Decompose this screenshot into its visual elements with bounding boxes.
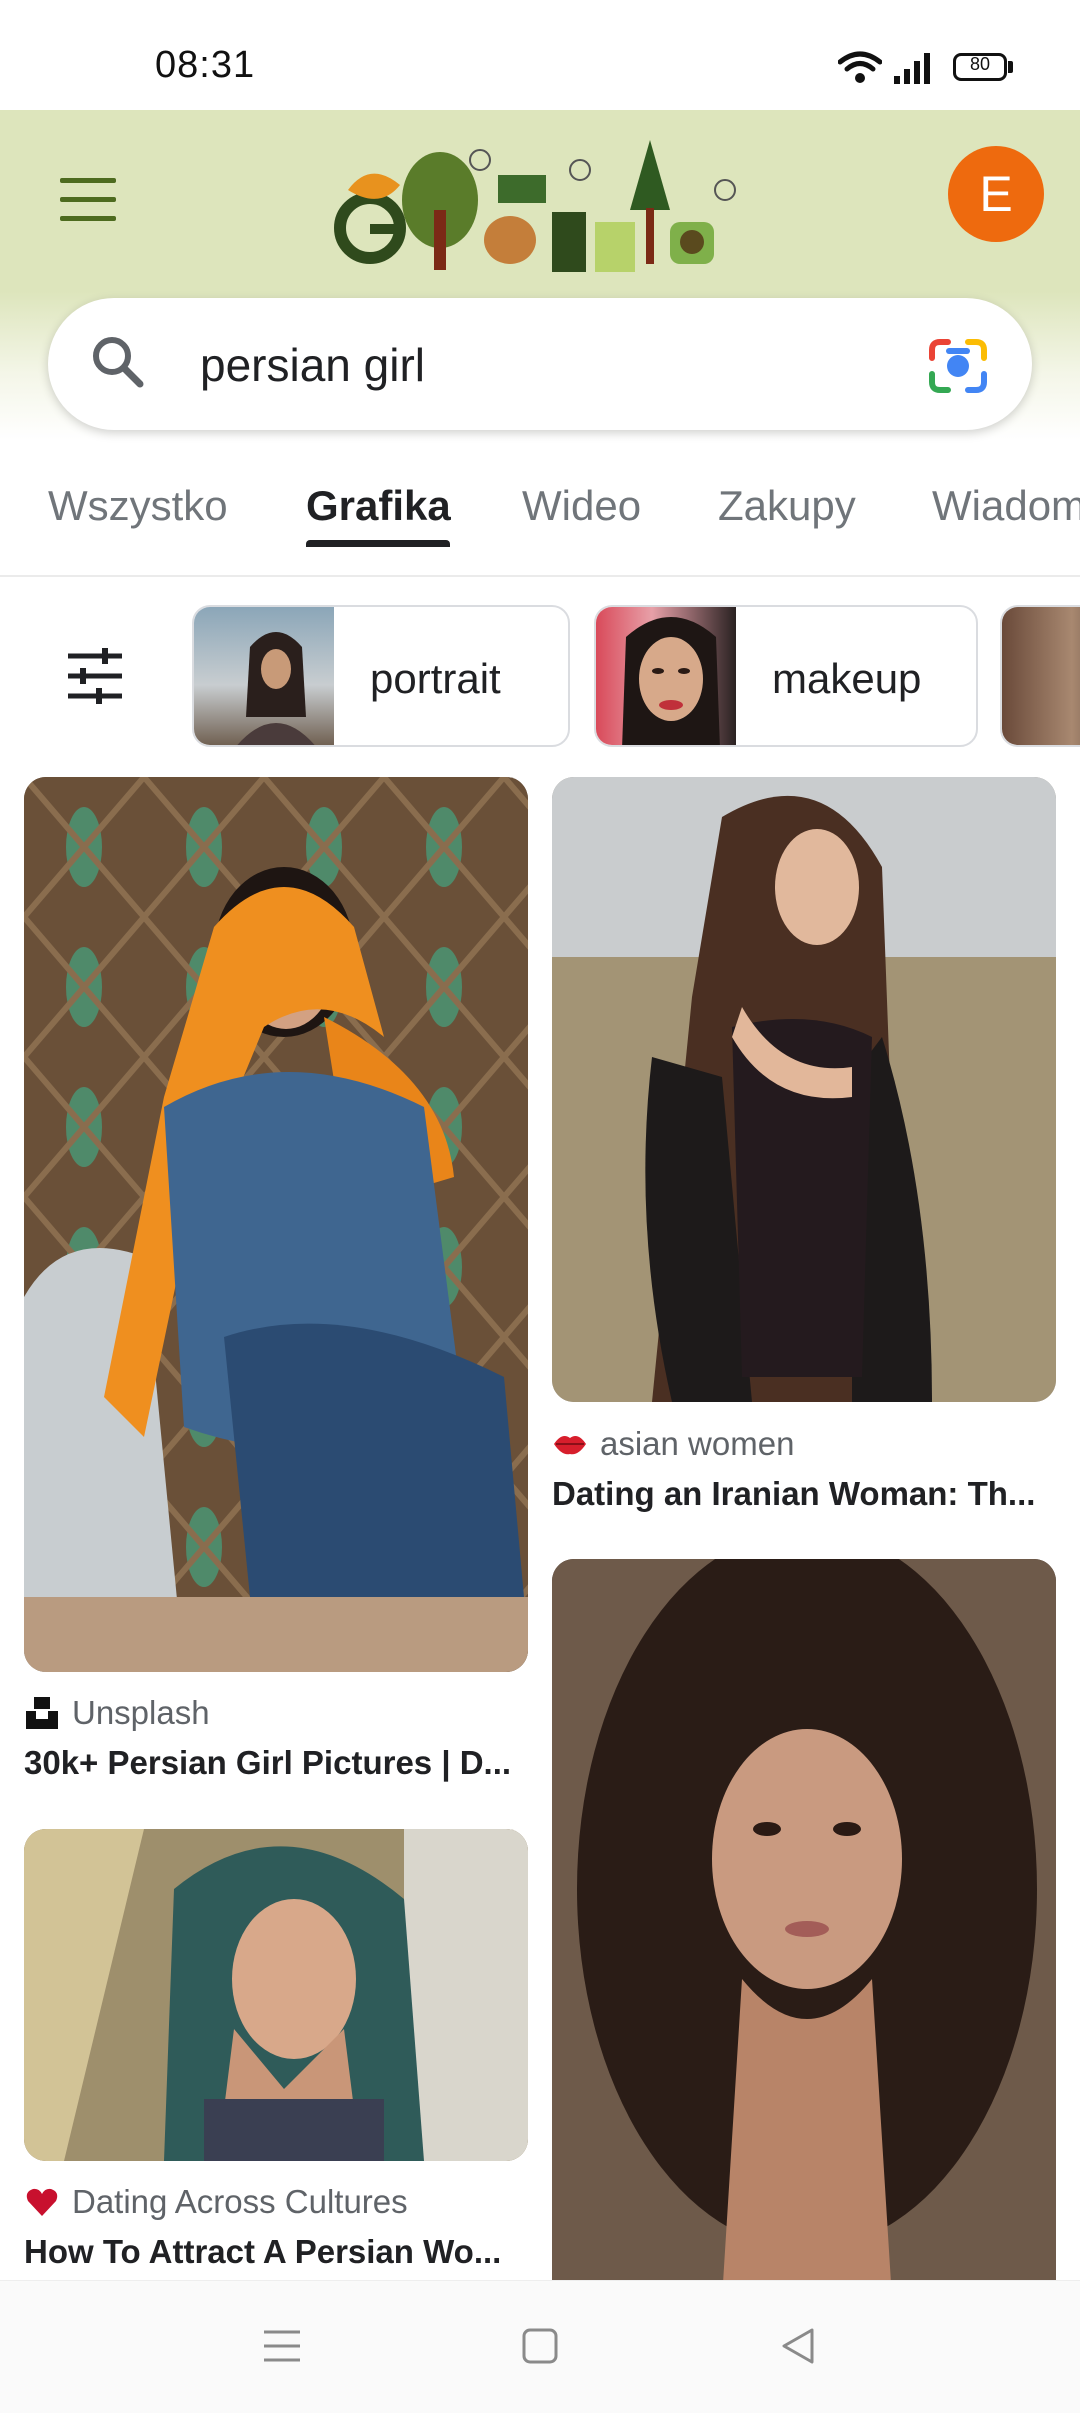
recent-apps-icon[interactable]: [262, 2326, 302, 2366]
chip-portrait[interactable]: portrait: [192, 605, 570, 747]
back-icon[interactable]: [778, 2326, 818, 2366]
search-bar[interactable]: [48, 298, 1032, 430]
result-image[interactable]: [552, 777, 1056, 1402]
status-time: 08:31: [155, 44, 256, 86]
result-source[interactable]: Dating Across Cultures: [72, 2183, 408, 2221]
chip-more[interactable]: [1000, 605, 1080, 747]
result-source[interactable]: asian women: [600, 1425, 794, 1463]
result-source[interactable]: Unsplash: [72, 1694, 210, 1732]
battery-nub: [1008, 61, 1013, 73]
result-title[interactable]: 30k+ Persian Girl Pictures | D...: [24, 1744, 524, 1782]
result-image[interactable]: [24, 1829, 528, 2161]
lips-icon: [554, 1436, 586, 1455]
tabs-divider: [0, 575, 1080, 577]
tab-wszystko[interactable]: Wszystko: [48, 482, 228, 530]
tab-grafika[interactable]: Grafika: [306, 482, 451, 530]
signal-icon: [894, 53, 930, 84]
tab-zakupy[interactable]: Zakupy: [718, 482, 856, 530]
chip-label: makeup: [772, 655, 922, 702]
chip-thumbnail: [596, 607, 736, 745]
chip-label: portrait: [370, 655, 501, 702]
unsplash-icon: [26, 1697, 58, 1729]
search-icon[interactable]: [88, 332, 148, 392]
google-doodle-logo[interactable]: [330, 130, 750, 280]
heart-logo-icon: [26, 2188, 58, 2216]
home-icon[interactable]: [520, 2326, 560, 2366]
filter-icon[interactable]: [66, 648, 124, 704]
result-image[interactable]: [552, 1559, 1056, 2299]
active-tab-indicator: [306, 540, 450, 547]
account-avatar[interactable]: E: [948, 146, 1044, 242]
hamburger-menu-icon[interactable]: [60, 178, 116, 222]
search-input[interactable]: persian girl: [200, 338, 425, 392]
result-title[interactable]: How To Attract A Persian Wo...: [24, 2233, 524, 2271]
chip-makeup[interactable]: makeup: [594, 605, 978, 747]
result-title[interactable]: Dating an Iranian Woman: Th...: [552, 1475, 1052, 1513]
tab-wideo[interactable]: Wideo: [522, 482, 641, 530]
google-lens-icon[interactable]: [926, 336, 990, 396]
chip-thumbnail: [1002, 607, 1080, 745]
battery-level: 80: [969, 54, 991, 74]
result-image[interactable]: [24, 777, 528, 1672]
chip-thumbnail: [194, 607, 334, 745]
wifi-icon: [838, 51, 882, 83]
tab-wiadomosci[interactable]: Wiadomości: [932, 482, 1080, 530]
